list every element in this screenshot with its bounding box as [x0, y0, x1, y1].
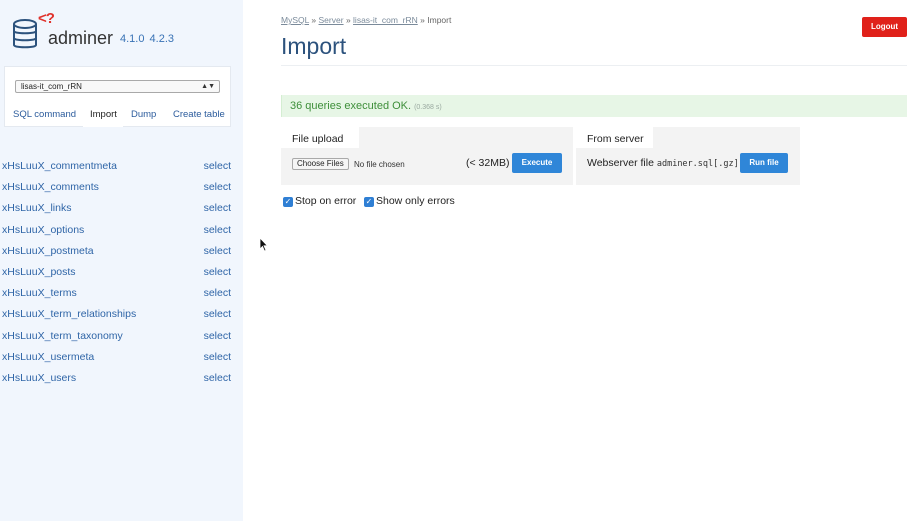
table-select-link[interactable]: select	[204, 330, 231, 342]
breadcrumb-mysql-link[interactable]: MySQL	[281, 15, 309, 25]
table-name-link[interactable]: xHsLuuX_users	[2, 372, 76, 384]
sidebar: <? adminer 4.1.0 4.2.3 lisas-it_com_rRN …	[0, 0, 243, 521]
webserver-file-label: Webserver file	[587, 157, 654, 169]
table-row: xHsLuuX_postmeta select	[0, 241, 243, 262]
success-message: 36 queries executed OK. (0.368 s)	[281, 95, 907, 117]
table-row: xHsLuuX_options select	[0, 220, 243, 241]
brand-name: adminer	[48, 28, 114, 48]
title-divider	[281, 65, 907, 66]
table-name-link[interactable]: xHsLuuX_posts	[2, 266, 76, 278]
table-row: xHsLuuX_links select	[0, 198, 243, 219]
import-link[interactable]: Import	[83, 102, 123, 127]
table-select-link[interactable]: select	[204, 308, 231, 320]
file-upload-legend: File upload	[281, 127, 359, 148]
table-name-link[interactable]: xHsLuuX_usermeta	[2, 351, 94, 363]
show-only-errors-label: Show only errors	[376, 195, 455, 207]
table-select-link[interactable]: select	[204, 181, 231, 193]
breadcrumb-database-link[interactable]: lisas-it_com_rRN	[353, 15, 418, 25]
breadcrumb-server-link[interactable]: Server	[319, 15, 344, 25]
run-file-button[interactable]: Run file	[740, 153, 788, 173]
table-select-link[interactable]: select	[204, 202, 231, 214]
database-icon	[12, 19, 38, 56]
table-row: xHsLuuX_commentmeta select	[0, 156, 243, 177]
dump-link[interactable]: Dump	[131, 102, 156, 127]
database-panel: lisas-it_com_rRN ▲▼ SQL command Import D…	[4, 66, 231, 127]
table-select-link[interactable]: select	[204, 245, 231, 257]
from-server-legend: From server	[576, 127, 653, 148]
webserver-file-name: adminer.sql[.gz]	[656, 159, 739, 169]
table-name-link[interactable]: xHsLuuX_terms	[2, 287, 77, 299]
no-file-label: No file chosen	[354, 160, 405, 169]
file-upload-fieldset: File upload Choose Files No file chosen …	[281, 127, 573, 185]
create-table-link[interactable]: Create table	[173, 102, 225, 127]
table-select-link[interactable]: select	[204, 224, 231, 236]
choose-files-button[interactable]: Choose Files	[292, 158, 349, 170]
table-row: xHsLuuX_term_relationships select	[0, 304, 243, 325]
from-server-fieldset: From server Webserver file adminer.sql[.…	[576, 127, 800, 185]
page-title: Import	[281, 33, 347, 59]
table-name-link[interactable]: xHsLuuX_links	[2, 202, 71, 214]
table-select-link[interactable]: select	[204, 160, 231, 172]
table-select-link[interactable]: select	[204, 351, 231, 363]
table-name-link[interactable]: xHsLuuX_term_relationships	[2, 308, 136, 320]
query-time: (0.368 s)	[414, 104, 442, 111]
logout-button[interactable]: Logout	[862, 17, 907, 37]
table-name-link[interactable]: xHsLuuX_commentmeta	[2, 160, 117, 172]
checkmark-icon: ✓	[283, 197, 293, 207]
table-name-link[interactable]: xHsLuuX_postmeta	[2, 245, 94, 257]
table-name-link[interactable]: xHsLuuX_options	[2, 224, 84, 236]
version-label: 4.1.0 4.2.3	[120, 33, 174, 45]
upload-limit: (< 32MB)	[466, 157, 510, 169]
table-row: xHsLuuX_term_taxonomy select	[0, 326, 243, 347]
table-name-link[interactable]: xHsLuuX_term_taxonomy	[2, 330, 123, 342]
breadcrumb-current: Import	[427, 15, 452, 25]
mouse-cursor-icon	[259, 237, 269, 257]
code-brackets-icon: <?	[38, 10, 55, 27]
database-tabs: SQL command Import Dump Create table	[5, 102, 230, 127]
execute-button[interactable]: Execute	[512, 153, 562, 173]
table-select-link[interactable]: select	[204, 372, 231, 384]
table-row: xHsLuuX_terms select	[0, 283, 243, 304]
select-arrows-icon: ▲▼	[201, 83, 215, 90]
database-select[interactable]: lisas-it_com_rRN ▲▼	[15, 80, 220, 93]
success-message-text: 36 queries executed OK.	[290, 100, 412, 112]
table-name-link[interactable]: xHsLuuX_comments	[2, 181, 99, 193]
stop-on-error-label: Stop on error	[295, 195, 357, 207]
checkmark-icon: ✓	[364, 197, 374, 207]
table-select-link[interactable]: select	[204, 287, 231, 299]
table-row: xHsLuuX_usermeta select	[0, 347, 243, 368]
sql-command-link[interactable]: SQL command	[13, 102, 76, 127]
logo[interactable]: <? adminer 4.1.0 4.2.3	[10, 10, 220, 56]
table-select-link[interactable]: select	[204, 266, 231, 278]
table-row: xHsLuuX_posts select	[0, 262, 243, 283]
breadcrumb: MySQL » Server » lisas-it_com_rRN » Impo…	[281, 15, 452, 25]
table-row: xHsLuuX_comments select	[0, 177, 243, 198]
table-list: xHsLuuX_commentmeta select xHsLuuX_comme…	[0, 156, 243, 389]
new-version-link[interactable]: 4.2.3	[150, 33, 174, 45]
table-row: xHsLuuX_users select	[0, 368, 243, 389]
